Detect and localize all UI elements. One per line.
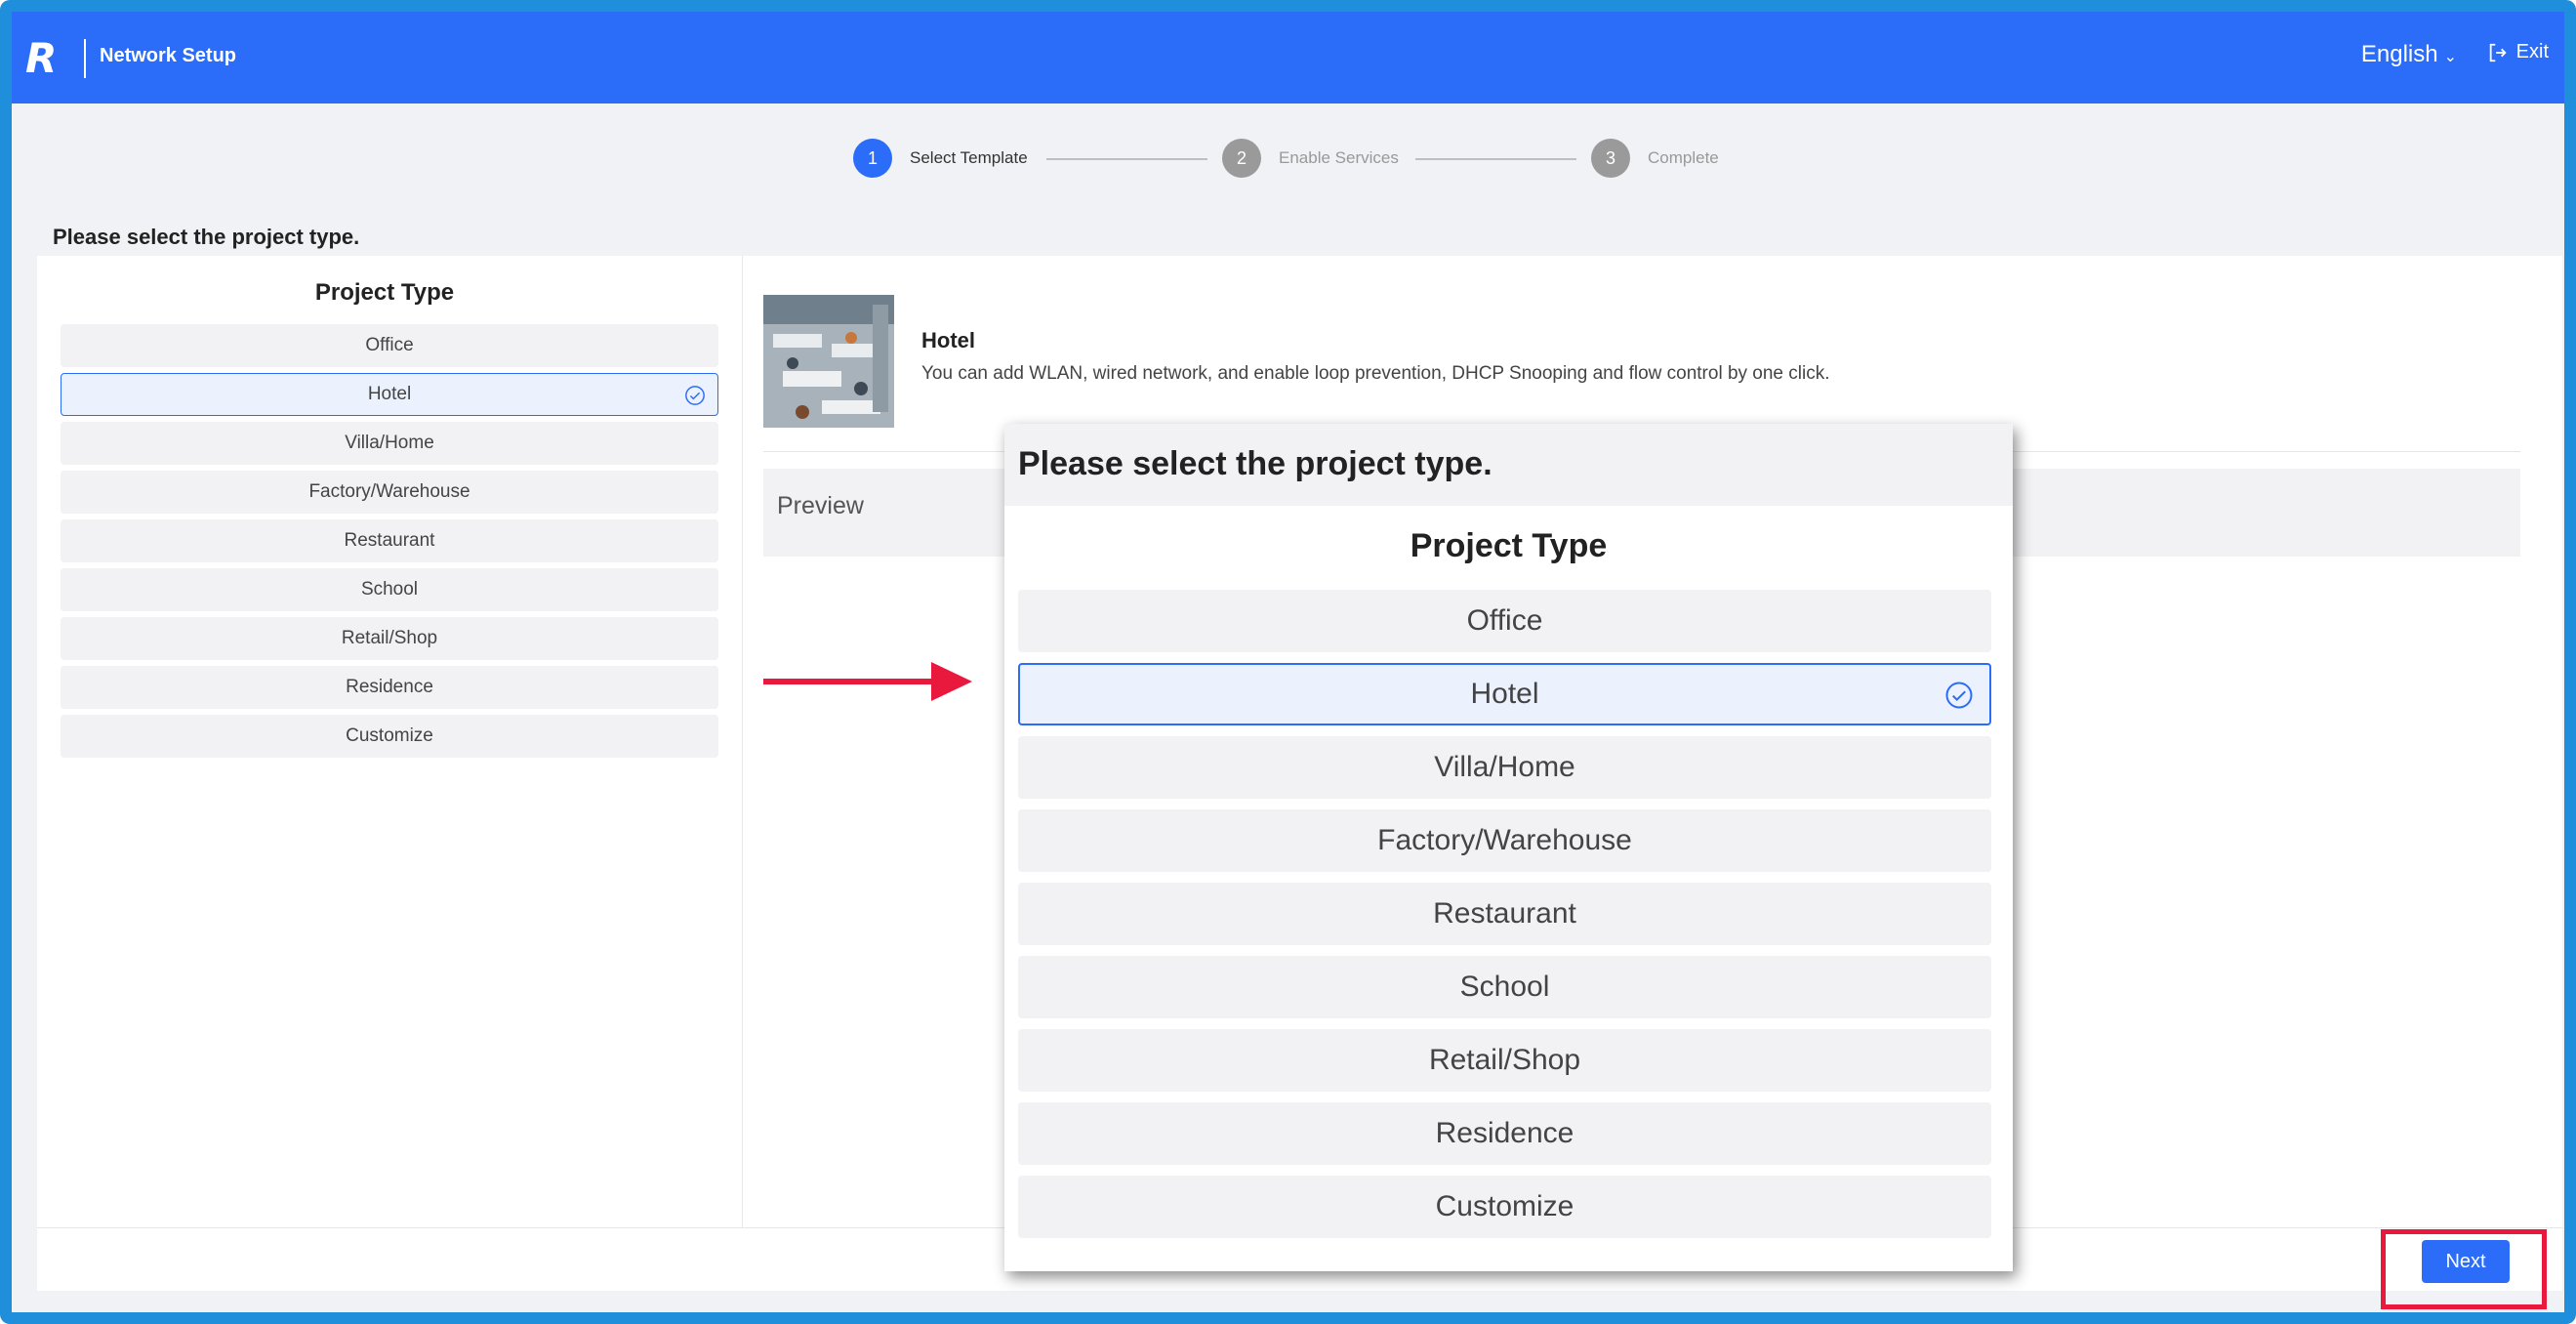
red-arrow-icon [763,662,972,701]
step-indicator: 1 Select Template 2 Enable Services 3 Co… [12,131,2564,189]
step-connector [1046,158,1207,160]
next-highlight-box [2381,1229,2547,1309]
language-selector[interactable]: English ⌄ [2361,41,2457,68]
hotel-thumbnail [763,295,894,428]
project-option-factory-warehouse[interactable]: Factory/Warehouse [61,471,718,514]
step-2-circle: 2 [1222,139,1261,178]
app-frame: R Network Setup English ⌄ Exit 1 Select T… [0,0,2576,1324]
zoom-prompt: Please select the project type. [1018,445,1492,482]
zoomed-callout: Please select the project type. Project … [1004,424,2013,1271]
logo-divider [84,39,86,78]
language-label: English [2360,41,2438,67]
step-1-circle: 1 [853,139,892,178]
exit-label: Exit [2515,41,2549,62]
project-option-retail-shop[interactable]: Retail/Shop [61,617,718,660]
step-2-label: Enable Services [1279,148,1399,167]
preview-label: Preview [777,492,864,519]
zoom-option-school[interactable]: School [1018,956,1991,1018]
zoom-option-residence[interactable]: Residence [1018,1102,1991,1165]
page-prompt: Please select the project type. [53,225,360,249]
chevron-down-icon: ⌄ [2443,49,2457,65]
zoom-header: Please select the project type. [1004,424,2013,506]
zoom-option-office[interactable]: Office [1018,590,1991,652]
project-type-panel: Project Type Office Hotel Villa/Home Fac… [51,256,718,1232]
check-circle-icon [685,386,705,405]
header-bar: R Network Setup English ⌄ Exit [12,12,2564,103]
project-type-title: Project Type [314,279,455,306]
zoom-option-hotel[interactable]: Hotel [1018,663,1991,725]
panel-divider [742,256,743,1227]
zoom-option-label: Hotel [1470,678,1539,710]
office-photo-illustration [763,295,894,428]
zoom-option-restaurant[interactable]: Restaurant [1018,883,1991,945]
project-option-hotel[interactable]: Hotel [61,373,718,416]
step-3-label: Complete [1648,148,1719,167]
detail-title: Hotel [921,328,975,352]
zoom-option-villa-home[interactable]: Villa/Home [1018,736,1991,799]
exit-button[interactable]: Exit [2487,41,2549,63]
project-option-villa-home[interactable]: Villa/Home [61,422,718,465]
zoom-option-customize[interactable]: Customize [1018,1176,1991,1238]
check-circle-icon [1945,682,1973,709]
exit-icon [2489,43,2507,62]
step-connector [1415,158,1576,160]
project-option-office[interactable]: Office [61,324,718,367]
project-option-school[interactable]: School [61,568,718,611]
brand-logo-icon: R [25,34,58,82]
step-1-label: Select Template [910,148,1028,167]
zoom-option-retail-shop[interactable]: Retail/Shop [1018,1029,1991,1092]
project-option-restaurant[interactable]: Restaurant [61,519,718,562]
zoom-option-factory-warehouse[interactable]: Factory/Warehouse [1018,809,1991,872]
project-option-label: Hotel [367,384,412,404]
project-option-customize[interactable]: Customize [61,715,718,758]
detail-description: You can add WLAN, wired network, and ena… [921,363,1830,384]
app-title: Network Setup [100,45,237,66]
zoom-project-type-title: Project Type [1410,527,1608,564]
project-option-residence[interactable]: Residence [61,666,718,709]
step-3-circle: 3 [1591,139,1630,178]
